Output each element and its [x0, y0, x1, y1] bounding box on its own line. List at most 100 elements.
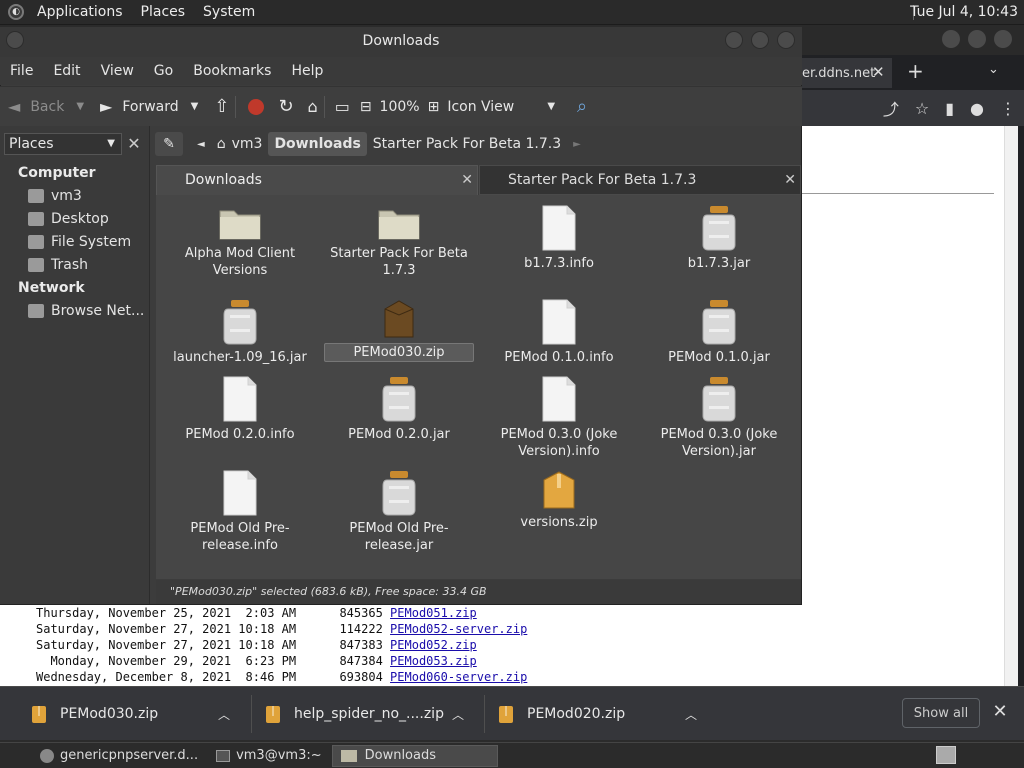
chevron-down-icon[interactable]: ▼ [76, 101, 84, 112]
chevron-up-icon[interactable]: ︿ [218, 706, 230, 723]
download-item[interactable]: PEMod020.zip ︿ [499, 687, 707, 741]
zoom-level[interactable]: 100% [380, 99, 420, 115]
share-icon[interactable]: ⤴ [883, 96, 899, 120]
breadcrumb-starter-pack[interactable]: Starter Pack For Beta 1.7.3 [367, 132, 567, 156]
jar-file-icon [702, 206, 736, 251]
search-icon[interactable]: ⌕ [577, 96, 587, 117]
file-item[interactable]: PEMod 0.3.0 (Joke Version).jar [644, 376, 794, 460]
browser-scrollbar[interactable] [1004, 126, 1018, 686]
close-downloads-icon[interactable]: ✕ [990, 702, 1010, 722]
file-link[interactable]: PEMod052-server.zip [390, 622, 527, 636]
zoom-in-icon[interactable]: ⊞ [428, 99, 440, 115]
menu-help[interactable]: Help [281, 63, 333, 79]
tab-downloads[interactable]: Downloads ✕ [156, 165, 478, 195]
edit-location-icon[interactable]: ✎ [155, 132, 183, 156]
download-item[interactable]: help_spider_no_....zip ︿ [266, 687, 474, 741]
close-icon[interactable] [994, 30, 1012, 48]
file-item[interactable]: PEMod Old Pre-release.jar [324, 470, 474, 554]
close-sidebar-icon[interactable]: ✕ [124, 133, 144, 155]
close-icon[interactable] [777, 31, 795, 49]
sidebar-item-vm3[interactable]: vm3 [28, 188, 82, 204]
sidebar-item-desktop[interactable]: Desktop [28, 211, 109, 227]
file-item[interactable]: versions.zip [484, 470, 634, 531]
new-tab-icon[interactable]: + [907, 59, 924, 83]
chevron-up-icon[interactable]: ︿ [685, 706, 697, 723]
reload-icon[interactable]: ↻ [278, 96, 293, 117]
file-item[interactable]: PEMod 0.2.0.info [165, 376, 315, 443]
tab-starter-pack[interactable]: Starter Pack For Beta 1.7.3 ✕ [479, 165, 801, 195]
minimize-icon[interactable] [942, 30, 960, 48]
desktop-icon [28, 212, 44, 226]
workspace-switcher-icon[interactable] [936, 746, 956, 764]
zoom-out-icon[interactable]: ⊟ [360, 99, 372, 115]
menu-go[interactable]: Go [144, 63, 183, 79]
applications-menu[interactable]: Applications [28, 4, 132, 20]
file-name: launcher-1.09_16.jar [173, 350, 307, 365]
file-item[interactable]: launcher-1.09_16.jar [165, 299, 315, 366]
breadcrumb-vm3[interactable]: ⌂ vm3 [211, 132, 269, 156]
tab-close-icon[interactable]: ✕ [872, 63, 885, 81]
file-item[interactable]: PEMod 0.3.0 (Joke Version).info [484, 376, 634, 460]
file-item[interactable]: PEMod 0.1.0.info [484, 299, 634, 366]
chevron-right-icon[interactable]: ► [567, 132, 587, 156]
star-icon[interactable]: ☆ [915, 99, 929, 118]
view-mode-select[interactable]: Icon View [447, 99, 547, 115]
drive-icon [28, 235, 44, 249]
zip-file-icon [499, 705, 513, 723]
menu-view[interactable]: View [91, 63, 144, 79]
file-item[interactable]: Alpha Mod Client Versions [165, 205, 315, 279]
taskbar-item-browser[interactable]: genericpnpserver.d... [32, 745, 206, 767]
close-tab-icon[interactable]: ✕ [784, 166, 796, 194]
file-link[interactable]: PEMod060-server.zip [390, 670, 527, 684]
chevron-down-icon[interactable]: ▼ [547, 101, 555, 112]
up-arrow-icon[interactable]: ⇧ [214, 96, 229, 117]
file-link[interactable]: PEMod052.zip [390, 638, 477, 652]
chevron-down-icon[interactable]: ⌄ [988, 62, 999, 77]
file-item[interactable]: b1.7.3.info [484, 205, 634, 272]
breadcrumb-downloads[interactable]: Downloads [268, 132, 367, 156]
minimize-icon[interactable] [725, 31, 743, 49]
window-menu-icon[interactable] [6, 31, 24, 49]
menu-bookmarks[interactable]: Bookmarks [183, 63, 281, 79]
show-all-button[interactable]: Show all [902, 698, 980, 728]
listing-row: Monday, November 29, 2021 6:23 PM 847384… [36, 654, 477, 668]
file-link[interactable]: PEMod053.zip [390, 654, 477, 668]
taskbar-item-terminal[interactable]: vm3@vm3:~ [208, 745, 330, 767]
file-item[interactable]: PEMod030.zip [324, 299, 474, 362]
maximize-icon[interactable] [751, 31, 769, 49]
chevron-left-icon[interactable]: ◄ [191, 132, 211, 156]
listing-row: Saturday, November 27, 2021 10:18 AM 847… [36, 638, 477, 652]
menu-file[interactable]: File [0, 63, 43, 79]
file-name: PEMod 0.1.0.info [504, 350, 614, 365]
taskbar-item-downloads[interactable]: Downloads [331, 744, 498, 767]
sidebar-item-file-system[interactable]: File System [28, 234, 131, 250]
home-icon[interactable]: ⌂ [308, 97, 318, 116]
maximize-icon[interactable] [968, 30, 986, 48]
distro-logo-icon[interactable]: ◐ [8, 4, 24, 20]
menu-edit[interactable]: Edit [43, 63, 90, 79]
sidebar-item-trash[interactable]: Trash [28, 257, 88, 273]
stop-icon[interactable] [248, 98, 265, 115]
chevron-down-icon[interactable]: ▼ [191, 101, 199, 112]
close-tab-icon[interactable]: ✕ [461, 166, 473, 194]
computer-icon[interactable]: ▭ [335, 97, 350, 116]
clock[interactable]: Tue Jul 4, 10:43 [910, 4, 1018, 20]
system-menu[interactable]: System [194, 4, 264, 20]
file-link[interactable]: PEMod051.zip [390, 606, 477, 620]
sidebar-item-browse-network[interactable]: Browse Net... [28, 303, 144, 319]
places-menu[interactable]: Places [132, 4, 195, 20]
file-item[interactable]: PEMod 0.1.0.jar [644, 299, 794, 366]
file-item[interactable]: b1.7.3.jar [644, 205, 794, 272]
places-select[interactable]: Places ▼ [4, 133, 122, 155]
kebab-menu-icon[interactable]: ⋮ [1000, 99, 1016, 118]
side-panel-icon[interactable]: ▮ [945, 99, 954, 118]
file-item[interactable]: PEMod Old Pre-release.info [165, 470, 315, 554]
file-item[interactable]: Starter Pack For Beta 1.7.3 [324, 205, 474, 279]
forward-button[interactable]: ► Forward ▼ [100, 97, 198, 116]
profile-icon[interactable]: ● [970, 99, 984, 118]
file-item[interactable]: PEMod 0.2.0.jar [324, 376, 474, 443]
download-item[interactable]: PEMod030.zip ︿ [32, 687, 240, 741]
chevron-up-icon[interactable]: ︿ [452, 706, 464, 723]
chrome-icon [40, 748, 54, 763]
back-button[interactable]: ◄ Back ▼ [8, 97, 84, 116]
